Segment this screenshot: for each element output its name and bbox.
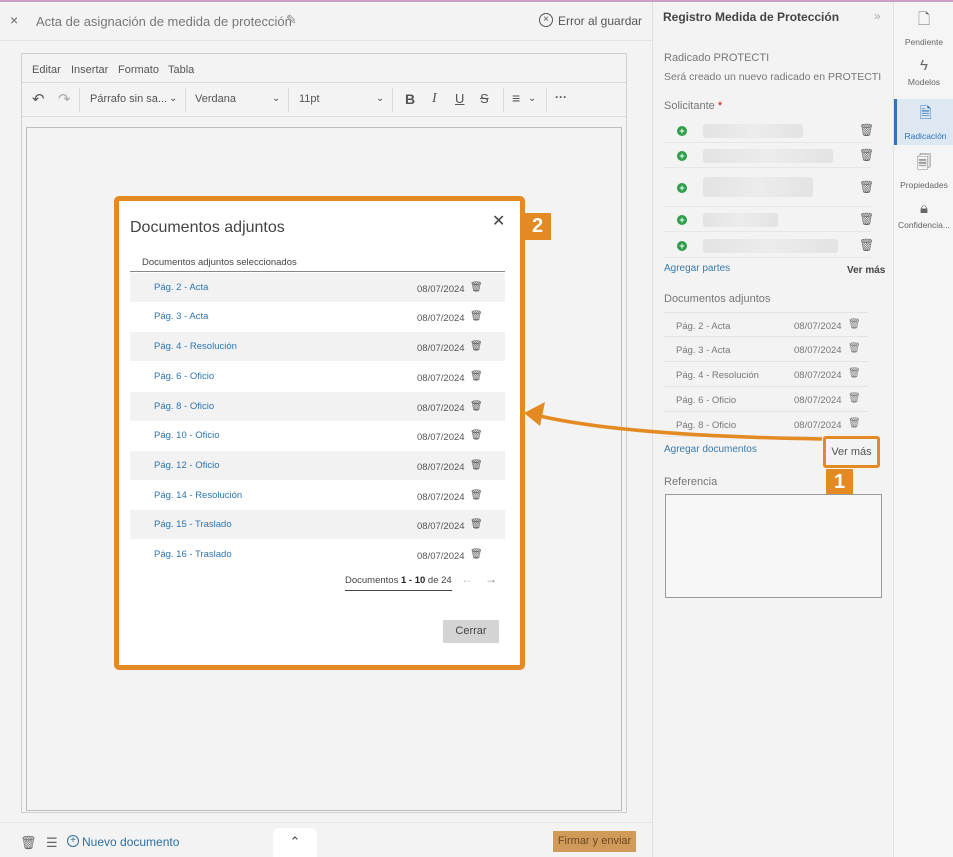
doc-link[interactable]: Pág. 15 - Traslado [154,519,232,530]
annotation-badge-2: 2 [524,213,551,240]
pager-range: 1 - 10 [400,575,426,586]
modal-subtitle: Documentos adjuntos seleccionados [142,257,297,268]
doc-link[interactable]: Pág. 6 - Oficio [154,371,214,382]
doc-date: 08/07/2024 [417,284,465,295]
close-icon[interactable]: ✕ [492,211,505,231]
doc-link[interactable]: Pág. 4 - Resolución [154,341,237,352]
modal-title: Documentos adjuntos [130,219,285,236]
doc-date: 08/07/2024 [417,313,465,324]
trash-icon[interactable]: 🗑 [470,371,483,382]
doc-link[interactable]: Pág. 16 - Traslado [154,549,232,560]
doc-date: 08/07/2024 [417,492,465,503]
doc-date: 08/07/2024 [417,403,465,414]
table-row[interactable]: Pág. 10 - Oficio 08/07/2024 🗑 [130,421,505,450]
pager-total: 24 [441,575,452,586]
trash-icon[interactable]: 🗑 [470,341,483,352]
trash-icon[interactable]: 🗑 [470,549,483,560]
table-row[interactable]: Pág. 3 - Acta 08/07/2024 🗑 [130,302,505,331]
table-row[interactable]: Pág. 16 - Traslado 08/07/2024 🗑 [130,540,505,569]
doc-link[interactable]: Pág. 2 - Acta [154,282,208,293]
pagination-status: Documentos 1 - 10 de 24 [345,575,452,591]
doc-date: 08/07/2024 [417,551,465,562]
doc-link[interactable]: Pág. 8 - Oficio [154,401,214,412]
trash-icon[interactable]: 🗑 [470,430,483,441]
arrow-right-icon[interactable]: → [485,572,497,586]
close-button[interactable]: Cerrar [443,620,499,643]
doc-link[interactable]: Pág. 10 - Oficio [154,430,219,441]
trash-icon[interactable]: 🗑 [470,401,483,412]
doc-link[interactable]: Pág. 14 - Resolución [154,490,242,501]
trash-icon[interactable]: 🗑 [470,282,483,293]
table-row[interactable]: Pág. 2 - Acta 08/07/2024 🗑 [130,273,505,302]
doc-link[interactable]: Pág. 3 - Acta [154,311,208,322]
attached-docs-modal: Documentos adjuntos ✕ Documentos adjunto… [114,196,525,670]
arrow-left-icon[interactable]: ← [461,572,473,586]
trash-icon[interactable]: 🗑 [470,490,483,501]
table-row[interactable]: Pág. 12 - Oficio 08/07/2024 🗑 [130,451,505,480]
doc-date: 08/07/2024 [417,343,465,354]
trash-icon[interactable]: 🗑 [470,460,483,471]
doc-date: 08/07/2024 [417,373,465,384]
trash-icon[interactable]: 🗑 [470,311,483,322]
table-row[interactable]: Pág. 14 - Resolución 08/07/2024 🗑 [130,481,505,510]
table-row[interactable]: Pág. 15 - Traslado 08/07/2024 🗑 [130,510,505,539]
table-row[interactable]: Pág. 4 - Resolución 08/07/2024 🗑 [130,332,505,361]
divider [130,271,505,272]
doc-date: 08/07/2024 [417,521,465,532]
pager-prefix: Documentos [345,575,399,586]
table-row[interactable]: Pág. 6 - Oficio 08/07/2024 🗑 [130,362,505,391]
doc-date: 08/07/2024 [417,462,465,473]
trash-icon[interactable]: 🗑 [470,519,483,530]
table-row[interactable]: Pág. 8 - Oficio 08/07/2024 🗑 [130,392,505,421]
doc-date: 08/07/2024 [417,432,465,443]
doc-link[interactable]: Pág. 12 - Oficio [154,460,219,471]
pager-of: de [427,575,439,586]
